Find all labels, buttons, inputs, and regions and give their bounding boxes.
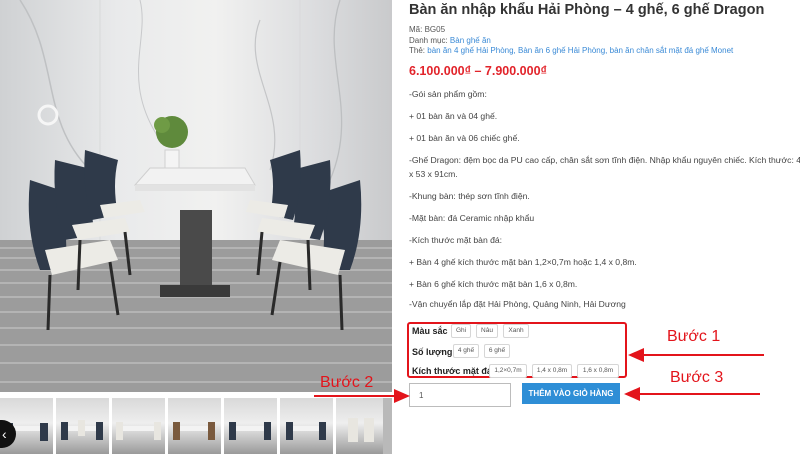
product-category: Danh mục: Bàn ghế ăn xyxy=(409,36,491,45)
color-label: Màu sắc xyxy=(412,326,448,336)
desc-line: + Bàn 6 ghế kích thước mặt bàn 1,6 x 0,8… xyxy=(409,279,578,289)
thumbnail-5[interactable] xyxy=(224,398,277,454)
category-label: Danh mục: xyxy=(409,36,448,45)
thumbnail-7[interactable] xyxy=(336,398,389,454)
desc-line: -Ghế Dragon: đệm bọc da PU cao cấp, chân… xyxy=(409,155,800,165)
sku-value: BG05 xyxy=(424,25,446,34)
desc-line: -Mặt bàn: đá Ceramic nhập khẩu xyxy=(409,213,535,223)
quantity-input[interactable] xyxy=(409,383,511,407)
quantity-option-6[interactable]: 6 ghế xyxy=(484,344,510,358)
size-option-3[interactable]: 1,6 x 0,8m xyxy=(577,364,619,378)
desc-line: + Bàn 4 ghế kích thước mặt bàn 1,2×0,7m … xyxy=(409,257,637,267)
desc-line: -Vận chuyển lắp đặt Hải Phòng, Quảng Nin… xyxy=(409,299,626,309)
product-price: 6.100.000₫ – 7.900.000₫ xyxy=(409,64,547,78)
product-main-image[interactable] xyxy=(0,0,392,392)
category-link[interactable]: Bàn ghế ăn xyxy=(450,36,491,45)
color-option-nau[interactable]: Nâu xyxy=(476,324,498,338)
size-option-2[interactable]: 1,4 x 0,8m xyxy=(532,364,572,378)
product-tags: Thẻ: bàn ăn 4 ghế Hải Phòng, Bàn ăn 6 gh… xyxy=(409,46,733,55)
step-2-arrow xyxy=(314,389,410,403)
quantity-variant-label: Số lượng xyxy=(412,347,453,357)
desc-line: x 53 x 91cm. xyxy=(409,169,458,179)
product-title: Bàn ăn nhập khẩu Hải Phòng – 4 ghế, 6 gh… xyxy=(409,2,765,18)
thumbnail-strip xyxy=(0,398,392,454)
size-label: Kích thước mặt đá xyxy=(412,366,492,376)
thumbnail-2[interactable] xyxy=(56,398,109,454)
thumbnail-scroll-edge xyxy=(383,398,392,454)
color-option-xanh[interactable]: Xanh xyxy=(503,324,529,338)
desc-line: -Kích thước mặt bàn đá: xyxy=(409,235,503,245)
color-option-ghi[interactable]: Ghi xyxy=(451,324,471,338)
add-to-cart-button[interactable]: THÊM VÀO GIỎ HÀNG xyxy=(522,383,620,404)
thumbnail-4[interactable] xyxy=(168,398,221,454)
thumbnail-6[interactable] xyxy=(280,398,333,454)
step-1-arrow xyxy=(628,348,764,362)
desc-line: + 01 bàn ăn và 06 chiếc ghế. xyxy=(409,133,520,143)
desc-line: -Gói sản phẩm gồm: xyxy=(409,89,487,99)
thumbnail-3[interactable] xyxy=(112,398,165,454)
desc-line: -Khung bàn: thép sơn tĩnh điện. xyxy=(409,191,530,201)
tags-label: Thẻ: xyxy=(409,46,426,55)
step-3-arrow xyxy=(624,387,760,401)
quantity-option-4[interactable]: 4 ghế xyxy=(453,344,479,358)
size-option-1[interactable]: 1,2×0,7m xyxy=(489,364,527,378)
product-sku: Mã: BG05 xyxy=(409,25,445,34)
tags-links[interactable]: bàn ăn 4 ghế Hải Phòng, Bàn ăn 6 ghế Hải… xyxy=(427,46,733,55)
sku-label: Mã: xyxy=(409,25,423,34)
desc-line: + 01 bàn ăn và 04 ghế. xyxy=(409,111,498,121)
